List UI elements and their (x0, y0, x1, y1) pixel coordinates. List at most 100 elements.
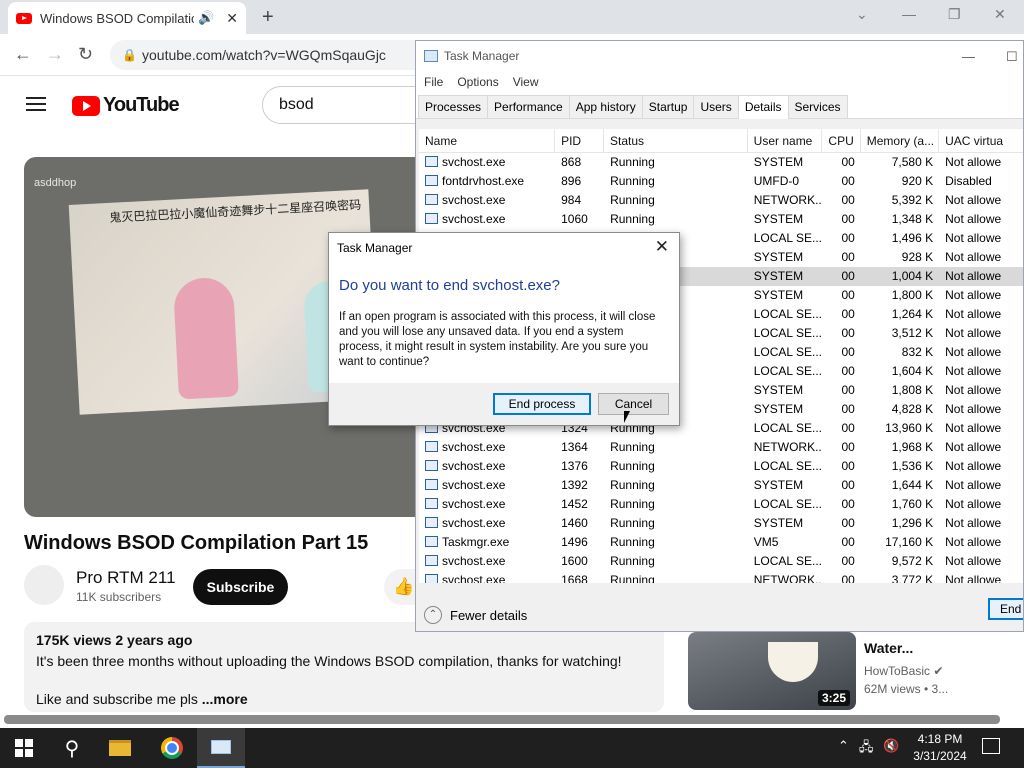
minimize-icon[interactable]: — (962, 49, 975, 64)
description-box[interactable]: 175K views 2 years ago It's been three m… (24, 622, 664, 712)
avatar[interactable] (24, 565, 64, 605)
notification-icon[interactable] (982, 738, 1000, 754)
table-row[interactable]: svchost.exe 1392 Running SYSTEM 00 1,644 K Not… (419, 476, 1023, 495)
channel-name[interactable]: Pro RTM 211 (76, 568, 176, 588)
table-cell: 00 (841, 174, 855, 188)
clock-time: 4:18 PM (917, 732, 963, 746)
menu-file[interactable]: File (424, 75, 443, 89)
table-cell: Running (610, 440, 655, 454)
table-cell: 00 (841, 155, 855, 169)
menu-view[interactable]: View (513, 75, 539, 89)
task-manager-titlebar[interactable]: Task Manager (416, 41, 1023, 71)
tab-performance[interactable]: Performance (487, 95, 570, 118)
tab-details[interactable]: Details (737, 95, 789, 119)
table-cell: Not allowe (945, 326, 1002, 340)
table-cell: 1060 (561, 212, 588, 226)
horizontal-scrollbar[interactable] (4, 715, 1000, 724)
tab-services[interactable]: Services (787, 95, 848, 118)
process-icon (425, 536, 438, 547)
browser-tab[interactable]: Windows BSOD Compilation 🔊 ✕ (8, 2, 246, 34)
recommended-title[interactable]: Water... (864, 640, 913, 656)
table-cell: 00 (841, 193, 855, 207)
table-row[interactable]: svchost.exe 1668 Running NETWORK... 00 3,772 … (419, 571, 1023, 583)
column-header[interactable]: UAC virtua (939, 129, 1023, 153)
column-header[interactable]: Status (604, 129, 748, 153)
close-tab-icon[interactable]: ✕ (226, 10, 238, 27)
table-row[interactable]: svchost.exe 1452 Running LOCAL SE... 00 1,760… (419, 495, 1023, 514)
table-cell: SYSTEM (753, 402, 804, 416)
table-row[interactable]: Taskmgr.exe 1496 Running VM5 00 17,160 K Not a… (419, 533, 1023, 552)
table-row[interactable]: svchost.exe 1600 Running LOCAL SE... 00 9,572… (419, 552, 1023, 571)
table-cell: 1452 (561, 497, 588, 511)
video-figure (172, 276, 239, 400)
minimize-icon[interactable]: — (902, 6, 916, 22)
subscribe-button[interactable]: Subscribe (193, 569, 288, 605)
column-header[interactable]: PID (555, 129, 605, 153)
table-cell: svchost.exe (419, 457, 555, 476)
table-row[interactable]: svchost.exe 868 Running SYSTEM 00 7,580 K Not … (419, 153, 1023, 172)
reload-icon[interactable]: ↻ (78, 44, 93, 65)
end-process-dialog[interactable]: Task Manager ✕ Do you want to end svchos… (328, 232, 680, 426)
column-header[interactable]: CPU (822, 129, 861, 153)
cancel-button[interactable]: Cancel (598, 393, 669, 415)
maximize-icon[interactable]: ☐ (1006, 49, 1018, 65)
chevron-up-icon: ⌃ (424, 606, 442, 624)
table-row[interactable]: svchost.exe 1376 Running LOCAL SE... 00 1,536… (419, 457, 1023, 476)
start-button[interactable] (0, 728, 48, 768)
table-cell: 9,572 K (891, 554, 934, 568)
process-icon (425, 498, 438, 509)
restore-icon[interactable]: ❐ (948, 6, 961, 23)
forward-icon[interactable]: → (46, 44, 64, 65)
video-thumbnail[interactable]: 3:25 (688, 632, 856, 710)
table-row[interactable]: svchost.exe 984 Running NETWORK... 00 5,392 K… (419, 191, 1023, 210)
fewer-details-button[interactable]: ⌃ Fewer details (416, 597, 1023, 631)
folder-icon (109, 740, 131, 756)
clock[interactable]: 4:18 PM 3/31/2024 (905, 731, 975, 765)
table-cell: Taskmgr.exe (419, 533, 555, 552)
column-header[interactable]: User name (748, 129, 823, 153)
tab-processes[interactable]: Processes (418, 95, 489, 118)
window-title: Task Manager (444, 49, 520, 63)
table-row[interactable]: svchost.exe 1060 Running SYSTEM 00 1,348 K Not… (419, 210, 1023, 229)
search-icon[interactable]: ⚲ (48, 728, 96, 768)
table-cell: 00 (841, 383, 855, 397)
table-cell: svchost.exe (419, 495, 555, 514)
file-explorer-button[interactable] (96, 728, 144, 768)
task-manager-icon (424, 50, 438, 62)
table-row[interactable]: svchost.exe 1460 Running SYSTEM 00 1,296 K Not… (419, 514, 1023, 533)
youtube-logo[interactable]: YouTube (72, 94, 180, 117)
end-task-button[interactable]: End (988, 598, 1023, 620)
close-icon[interactable]: ✕ (655, 237, 669, 257)
recommended-channel[interactable]: HowToBasic ✔ (864, 664, 943, 678)
network-icon[interactable]: 🖧 (859, 738, 874, 760)
speaker-icon[interactable]: 🔊 (198, 10, 214, 26)
back-icon[interactable]: ← (14, 44, 32, 65)
table-row[interactable]: svchost.exe 1364 Running NETWORK... 00 1,968 … (419, 438, 1023, 457)
tab-search-icon[interactable]: ⌄ (856, 6, 868, 23)
table-cell: 1460 (561, 516, 588, 530)
new-tab-button[interactable]: + (262, 6, 274, 29)
menu-options[interactable]: Options (457, 75, 498, 89)
menu-icon[interactable] (26, 97, 46, 111)
table-row[interactable]: fontdrvhost.exe 896 Running UMFD-0 00 920 K Di… (419, 172, 1023, 191)
column-header[interactable]: Name (419, 129, 556, 153)
chrome-button[interactable] (148, 728, 196, 768)
table-cell: Not allowe (945, 497, 1002, 511)
table-cell: svchost.exe (419, 476, 555, 495)
table-cell: svchost.exe (419, 153, 555, 172)
table-cell: 00 (841, 250, 855, 264)
tab-users[interactable]: Users (693, 95, 739, 118)
tab-startup[interactable]: Startup (641, 95, 695, 118)
table-cell: Not allowe (945, 250, 1002, 264)
table-cell: SYSTEM (753, 288, 804, 302)
tab-app-history[interactable]: App history (568, 95, 643, 118)
chevron-up-icon[interactable]: ⌃ (838, 738, 849, 760)
volume-muted-icon[interactable]: 🔇 (883, 738, 899, 760)
dialog-message: If an open program is associated with th… (339, 311, 656, 368)
close-window-icon[interactable]: ✕ (994, 6, 1006, 23)
mouse-cursor-icon (624, 411, 630, 423)
end-process-button[interactable]: End process (493, 393, 591, 415)
show-more-link[interactable]: ...more (202, 691, 248, 707)
task-manager-taskbar-button[interactable] (197, 728, 245, 768)
column-header[interactable]: Memory (a... (861, 129, 940, 153)
